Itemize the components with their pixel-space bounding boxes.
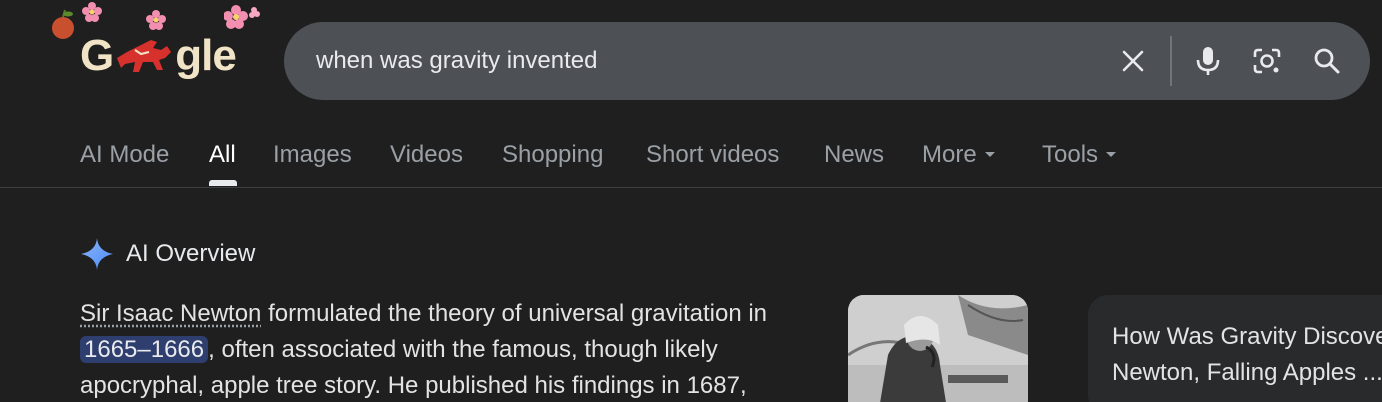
apple-icon [50, 8, 76, 42]
ai-overview-header: AI Overview [80, 236, 255, 272]
tab-news[interactable]: News [824, 140, 884, 170]
blossom-icon [224, 4, 260, 30]
active-tab-indicator [209, 180, 237, 186]
logo-letters-gle: gle [175, 31, 236, 80]
google-doodle-logo[interactable]: G gle [46, 0, 266, 92]
sparkle-icon [80, 237, 114, 271]
tab-tools-label: Tools [1042, 141, 1098, 168]
source-card[interactable]: How Was Gravity Discove Newton, Falling … [1088, 295, 1382, 402]
tab-more[interactable]: More [922, 140, 995, 170]
source-card-title[interactable]: How Was Gravity Discove Newton, Falling … [1112, 319, 1382, 391]
tab-short-videos[interactable]: Short videos [646, 140, 779, 170]
ai-overview-text: Sir Isaac Newton formulated the theory o… [80, 296, 810, 402]
search-input[interactable]: when was gravity invented [316, 46, 597, 76]
overview-text-1: formulated the theory of universal gravi… [261, 300, 767, 327]
search-bar[interactable]: when was gravity invented [284, 22, 1370, 100]
newton-engraving-image[interactable] [848, 295, 1028, 402]
tab-videos[interactable]: Videos [390, 140, 463, 170]
tab-shopping[interactable]: Shopping [502, 140, 603, 170]
ai-overview-title: AI Overview [126, 240, 255, 268]
camera-lens-icon[interactable] [1246, 40, 1288, 82]
tab-images[interactable]: Images [273, 140, 352, 170]
highlighted-date: 1665–1666 [80, 336, 208, 363]
mic-icon[interactable] [1187, 40, 1229, 82]
logo-wordmark: G gle [80, 30, 236, 82]
tab-all[interactable]: All [209, 140, 236, 170]
blossom-icon [82, 2, 102, 22]
search-divider [1170, 36, 1172, 86]
tab-more-label: More [922, 141, 977, 168]
logo-letter-g: G [80, 31, 113, 80]
newton-link[interactable]: Sir Isaac Newton [80, 300, 261, 327]
blossom-icon [146, 10, 166, 30]
chevron-down-icon [1106, 152, 1116, 157]
tab-ai-mode[interactable]: AI Mode [80, 140, 169, 170]
search-tabs: AI Mode All Images Videos Shopping Short… [0, 130, 1382, 188]
chevron-down-icon [985, 152, 995, 157]
horse-icon [113, 30, 175, 82]
close-icon[interactable] [1112, 40, 1154, 82]
tab-tools[interactable]: Tools [1042, 140, 1116, 170]
search-icon[interactable] [1306, 40, 1348, 82]
